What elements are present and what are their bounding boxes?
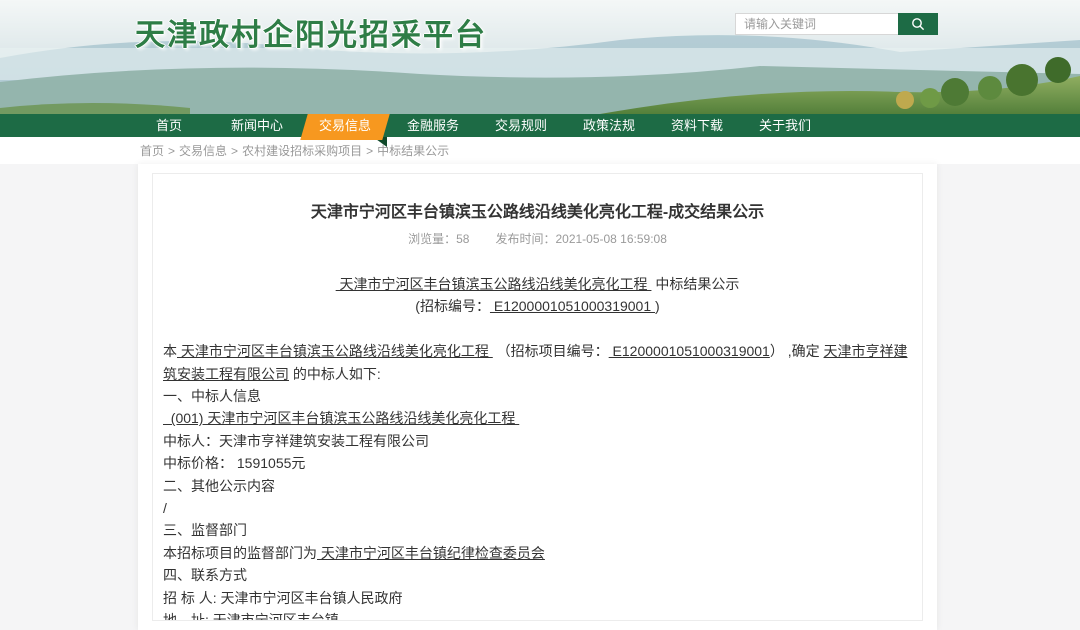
nav-item-downloads[interactable]: 资料下载 [653,114,741,137]
content-panel: 天津市宁河区丰台镇滨玉公路线沿线美化亮化工程-成交结果公示 浏览量：58 发布时间… [138,164,937,630]
search-button[interactable] [898,13,938,35]
article-line: 本招标项目的监督部门为 天津市宁河区丰台镇纪律检查委员会 [163,542,912,564]
text-segment: 地 址: 天津市宁河区丰台镇 [163,612,339,621]
publish-time-label: 发布时间： [495,232,555,246]
text-segment: (招标编号： [415,298,490,314]
text-segment: 本招标项目的监督部门为 [163,545,317,561]
article-title: 天津市宁河区丰台镇滨玉公路线沿线美化亮化工程-成交结果公示 [163,198,912,222]
text-segment: / [163,500,167,516]
underlined-text: 天津市宁河区丰台镇滨玉公路线沿线美化亮化工程 [177,343,493,359]
search-box [735,13,938,35]
breadcrumb-separator: > [231,144,238,158]
text-segment: 中标结果公示 [651,276,739,292]
text-segment: ) [655,298,660,314]
text-segment: 三、监督部门 [163,522,247,538]
article-line: 二、其他公示内容 [163,475,912,497]
text-segment: 中标人：天津市亨祥建筑安装工程有限公司 [163,433,429,449]
article-line: (001) 天津市宁河区丰台镇滨玉公路线沿线美化亮化工程 [163,407,912,429]
article-line: 天津市宁河区丰台镇滨玉公路线沿线美化亮化工程 中标结果公示 [163,273,912,295]
text-segment: 一、中标人信息 [163,388,261,404]
article-line: 中标人：天津市亨祥建筑安装工程有限公司 [163,430,912,452]
nav-item-policy[interactable]: 政策法规 [565,114,653,137]
article-line: 本 天津市宁河区丰台镇滨玉公路线沿线美化亮化工程 （招标项目编号： E12000… [163,340,912,385]
breadcrumb-item[interactable]: 中标结果公示 [377,144,449,158]
breadcrumb-item[interactable]: 交易信息 [179,144,227,158]
text-segment: 本 [163,343,177,359]
text-segment: （招标项目编号： [493,343,609,359]
search-icon [911,17,925,31]
article-meta: 浏览量：58 发布时间：2021-05-08 16:59:08 [163,230,912,247]
underlined-text: E1200001051000319001 [609,343,770,359]
underlined-text: (001) 天津市宁河区丰台镇滨玉公路线沿线美化亮化工程 [163,410,519,426]
article-line: (招标编号： E1200001051000319001 ) [163,295,912,317]
nav-item-label: 首页 [156,118,182,133]
search-input[interactable] [735,13,898,35]
nav-item-label: 金融服务 [407,118,459,133]
nav-item-about[interactable]: 关于我们 [741,114,829,137]
article-blank-line [163,318,912,340]
article-line: 一、中标人信息 [163,385,912,407]
main-area: 天津市宁河区丰台镇滨玉公路线沿线美化亮化工程-成交结果公示 浏览量：58 发布时间… [0,164,1080,630]
text-segment: 中标价格： 1591055元 [163,455,305,471]
text-segment: 四、联系方式 [163,567,247,583]
main-nav: 首页 新闻中心 交易信息 金融服务 交易规则 政策法规 资料下载 关于我们 [0,114,1080,137]
article-line: 中标价格： 1591055元 [163,452,912,474]
breadcrumb-strip: 首页>交易信息>农村建设招标采购项目>中标结果公示 [0,137,1080,164]
nav-item-trade-info[interactable]: 交易信息 [301,114,389,137]
breadcrumb: 首页>交易信息>农村建设招标采购项目>中标结果公示 [140,142,449,159]
publish-time: 2021-05-08 16:59:08 [555,232,666,246]
nav-item-label: 交易信息 [319,118,371,133]
nav-item-label: 交易规则 [495,118,547,133]
underlined-text: 天津市宁河区丰台镇滨玉公路线沿线美化亮化工程 [336,276,652,292]
nav-item-label: 新闻中心 [231,118,283,133]
breadcrumb-item[interactable]: 首页 [140,144,164,158]
underlined-text: E1200001051000319001 [490,298,655,314]
text-segment: 二、其他公示内容 [163,478,275,494]
nav-item-label: 资料下载 [671,118,723,133]
header-banner: 天津政村企阳光招采平台 [0,0,1080,114]
article-line: 三、监督部门 [163,519,912,541]
text-segment: ） ,确定 [770,343,824,359]
nav-item-home[interactable]: 首页 [125,114,213,137]
article-line: 四、联系方式 [163,564,912,586]
article-body: 天津市宁河区丰台镇滨玉公路线沿线美化亮化工程 中标结果公示(招标编号： E120… [163,273,912,621]
nav-item-news[interactable]: 新闻中心 [213,114,301,137]
article-line: / [163,497,912,519]
article-line: 招 标 人: 天津市宁河区丰台镇人民政府 [163,587,912,609]
text-segment: 招 标 人: 天津市宁河区丰台镇人民政府 [163,590,403,606]
article-line: 地 址: 天津市宁河区丰台镇 [163,609,912,621]
nav-item-finance[interactable]: 金融服务 [389,114,477,137]
text-segment: 的中标人如下: [289,366,381,382]
breadcrumb-separator: > [168,144,175,158]
site-title: 天津政村企阳光招采平台 [135,10,487,54]
nav-item-label: 政策法规 [583,118,635,133]
underlined-text: 天津市宁河区丰台镇纪律检查委员会 [317,545,545,561]
views-count: 58 [456,232,469,246]
article-frame: 天津市宁河区丰台镇滨玉公路线沿线美化亮化工程-成交结果公示 浏览量：58 发布时间… [152,173,923,621]
breadcrumb-item[interactable]: 农村建设招标采购项目 [242,144,362,158]
nav-item-label: 关于我们 [759,118,811,133]
nav-item-trade-rules[interactable]: 交易规则 [477,114,565,137]
views-label: 浏览量： [408,232,456,246]
